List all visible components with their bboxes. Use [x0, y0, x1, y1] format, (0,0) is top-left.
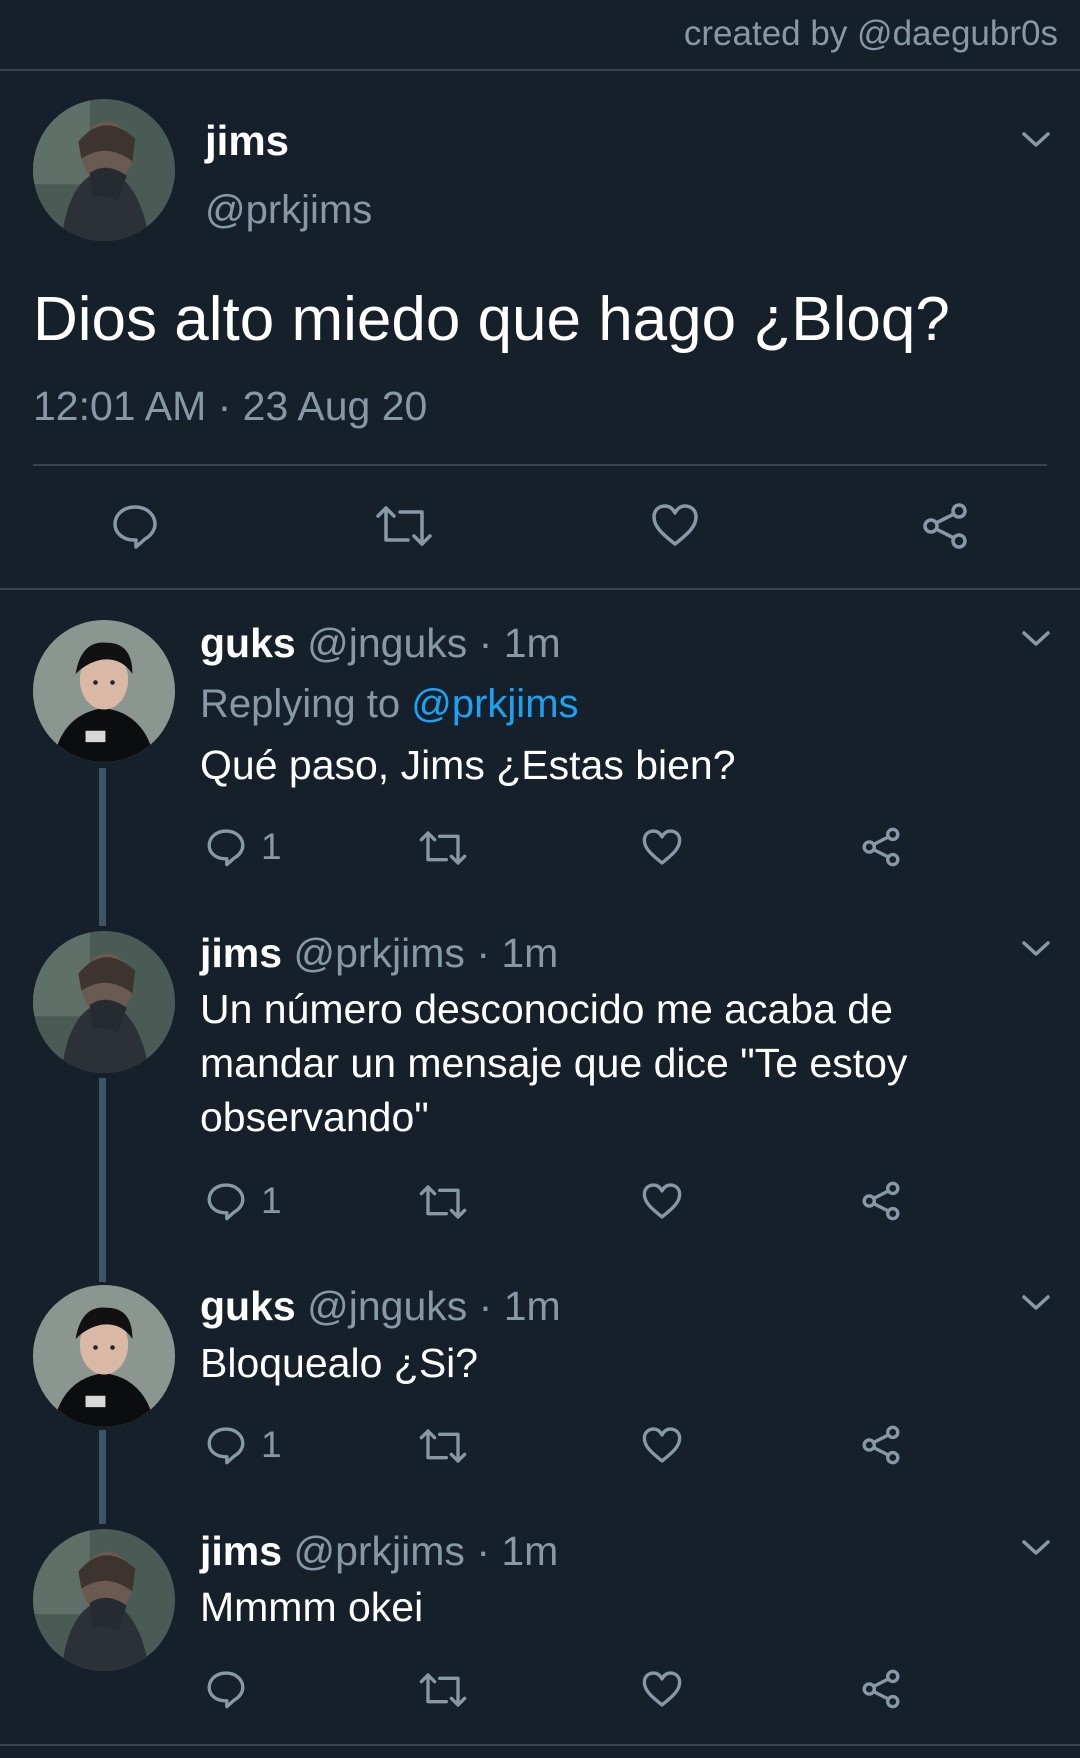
like-icon [652, 504, 698, 546]
reply-button[interactable]: 1 [205, 826, 282, 868]
main-tweet-divider [33, 464, 1047, 466]
retweet-icon [376, 506, 432, 546]
reply-author-name[interactable]: guks [200, 1283, 296, 1329]
thread-line [99, 1078, 106, 1282]
main-like-button[interactable] [650, 502, 700, 548]
reply-author-name[interactable]: jims [200, 1528, 282, 1574]
chevron-down-icon[interactable] [1019, 128, 1053, 152]
share-icon [862, 1425, 900, 1465]
like-button[interactable] [641, 1669, 683, 1709]
main-tweet-timestamp[interactable]: 12:01 AM · 23 Aug 20 [33, 383, 427, 430]
reply-icon [207, 1427, 245, 1465]
avatar-jims[interactable] [33, 931, 175, 1073]
avatar-jims-main[interactable] [33, 99, 175, 241]
bottom-divider [0, 1744, 1080, 1746]
retweet-button[interactable] [418, 829, 468, 867]
thread-line [99, 768, 106, 926]
reply-time[interactable]: · 1m [476, 1528, 558, 1574]
reply-icon [207, 829, 245, 867]
reply-header: guks @jnguks · 1m [200, 1283, 561, 1330]
reply-button[interactable] [205, 1668, 247, 1710]
replying-to-mention[interactable]: @prkjims [411, 682, 578, 726]
reply-author-handle[interactable]: @jnguks [307, 620, 467, 666]
chevron-down-icon[interactable] [1019, 1536, 1053, 1560]
chevron-down-icon[interactable] [1019, 627, 1053, 651]
retweet-icon [419, 1185, 467, 1219]
reply-author-name[interactable]: guks [200, 620, 296, 666]
like-button[interactable] [641, 1181, 683, 1221]
reply-time[interactable]: · 1m [479, 620, 561, 666]
main-tweet-author-handle[interactable]: @prkjims [205, 188, 372, 233]
conversation-divider [0, 588, 1080, 590]
top-divider [0, 69, 1080, 71]
main-reply-button[interactable] [110, 502, 160, 550]
reply-text: Mmmm okei [200, 1584, 424, 1630]
retweet-button[interactable] [418, 1671, 468, 1709]
reply-button[interactable]: 1 [205, 1180, 282, 1222]
main-tweet-author-name[interactable]: jims [205, 117, 289, 165]
main-retweet-button[interactable] [374, 504, 434, 548]
reply-author-handle[interactable]: @prkjims [293, 930, 464, 976]
reply-author-handle[interactable]: @jnguks [307, 1283, 467, 1329]
reply-time[interactable]: · 1m [479, 1283, 561, 1329]
retweet-icon [419, 1673, 467, 1707]
avatar-guks[interactable] [33, 1285, 175, 1427]
share-button[interactable] [860, 1424, 902, 1466]
retweet-icon [419, 1429, 467, 1463]
share-button[interactable] [860, 826, 902, 868]
thread-line [99, 1430, 106, 1524]
main-share-button[interactable] [920, 501, 970, 551]
reply-icon [207, 1183, 245, 1221]
reply-text: Un número desconocido me acaba de mandar… [200, 986, 908, 1140]
reply-text: Qué paso, Jims ¿Estas bien? [200, 742, 736, 788]
avatar-jims[interactable] [33, 1529, 175, 1671]
share-icon [862, 1669, 900, 1709]
share-button[interactable] [860, 1180, 902, 1222]
reply-count: 1 [261, 1180, 282, 1221]
reply-header: jims @prkjims · 1m [200, 1528, 558, 1575]
retweet-icon [419, 831, 467, 865]
like-icon [642, 1671, 682, 1707]
reply-icon [113, 505, 157, 549]
reply-text: Bloquealo ¿Si? [200, 1340, 479, 1386]
main-tweet-text: Dios alto miedo que hago ¿Bloq? [33, 285, 950, 354]
reply-icon [207, 1671, 245, 1709]
chevron-down-icon[interactable] [1019, 937, 1053, 961]
reply-count: 1 [261, 1424, 282, 1465]
reply-time[interactable]: · 1m [476, 930, 558, 976]
reply-count: 1 [261, 826, 282, 867]
reply-author-handle[interactable]: @prkjims [293, 1528, 464, 1574]
retweet-button[interactable] [418, 1427, 468, 1465]
like-button[interactable] [641, 827, 683, 867]
avatar-guks[interactable] [33, 620, 175, 762]
share-icon [923, 503, 967, 549]
reply-header: guks @jnguks · 1m [200, 620, 561, 667]
reply-author-name[interactable]: jims [200, 930, 282, 976]
watermark-credit: created by @daegubr0s [683, 14, 1058, 53]
chevron-down-icon[interactable] [1019, 1291, 1053, 1315]
share-icon [862, 827, 900, 867]
like-button[interactable] [641, 1425, 683, 1465]
like-icon [642, 1427, 682, 1463]
like-icon [642, 829, 682, 865]
share-icon [862, 1181, 900, 1221]
retweet-button[interactable] [418, 1183, 468, 1221]
replying-to-prefix: Replying to [200, 682, 401, 726]
reply-button[interactable]: 1 [205, 1424, 282, 1466]
reply-header: jims @prkjims · 1m [200, 930, 558, 977]
share-button[interactable] [860, 1668, 902, 1710]
replying-to-line: Replying to @prkjims [200, 682, 579, 727]
like-icon [642, 1183, 682, 1219]
